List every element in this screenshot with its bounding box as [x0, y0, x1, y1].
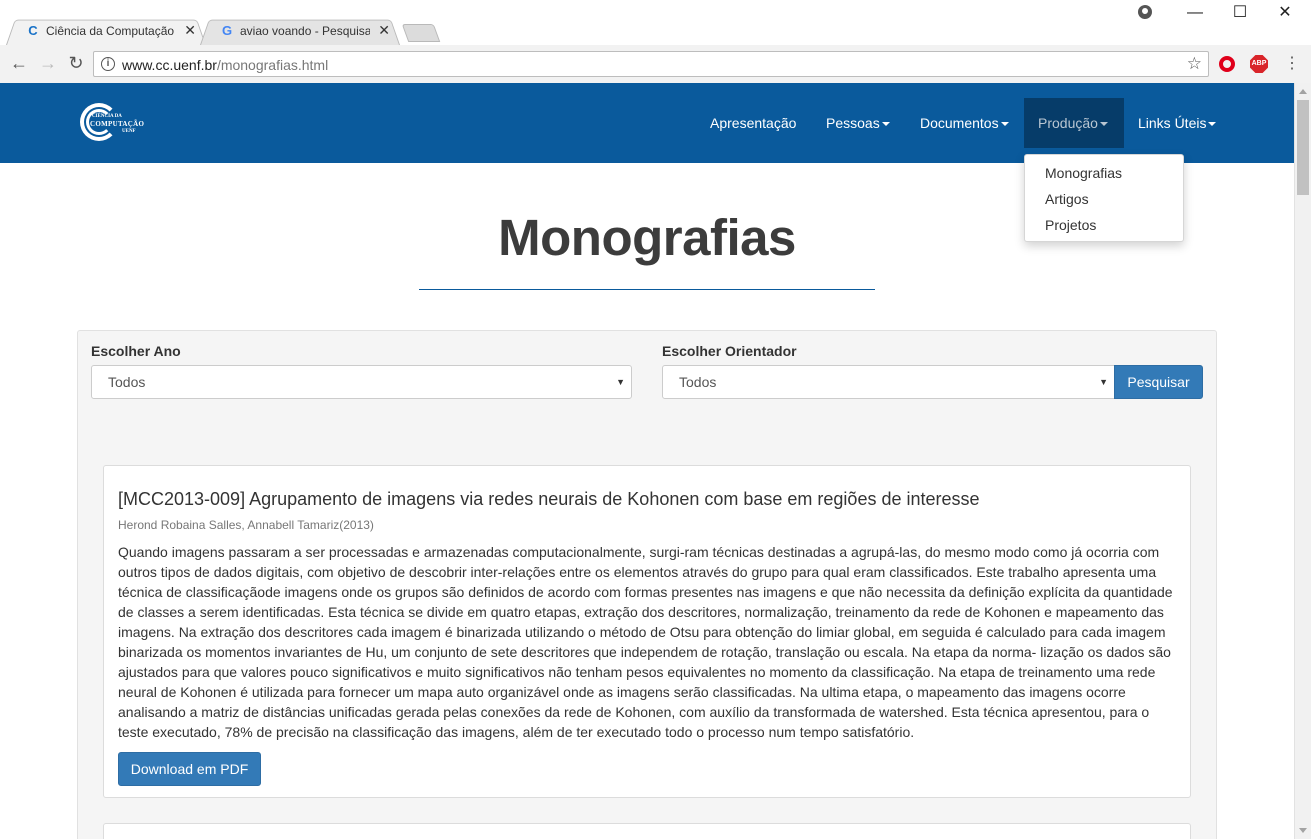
nav-pessoas[interactable]: Pessoas — [812, 98, 904, 148]
logo-line3: UENF — [122, 129, 136, 134]
page-viewport: CIÊNCIA DA COMPUTAÇÃO UENF Apresentação … — [0, 83, 1294, 839]
caret-down-icon — [1208, 122, 1217, 127]
caret-down-icon — [1000, 122, 1009, 127]
nav-documentos[interactable]: Documentos — [906, 98, 1023, 148]
close-tab-icon[interactable]: ✕ — [378, 22, 390, 38]
caret-down-icon — [1099, 122, 1108, 127]
caret-down-icon — [881, 122, 890, 127]
advisor-label: Escolher Orientador — [662, 343, 797, 359]
scrollbar-thumb[interactable] — [1297, 100, 1309, 195]
select-arrow-icon: ▼ — [616, 377, 625, 387]
address-bar[interactable]: i www.cc.uenf.br/monografias.html ☆ — [93, 51, 1209, 77]
logo-line2: COMPUTAÇÃO — [90, 120, 145, 128]
tab-ciencia-computacao[interactable]: C Ciência da Computação - ✕ — [6, 17, 206, 45]
minimize-button[interactable]: — — [1172, 2, 1218, 24]
tab-title: aviao voando - Pesquisa — [240, 24, 370, 38]
forward-arrow-icon[interactable]: → — [37, 53, 59, 73]
close-tab-icon[interactable]: ✕ — [184, 22, 196, 38]
maximize-button[interactable]: ☐ — [1217, 2, 1263, 24]
bookmark-star-icon[interactable]: ☆ — [1187, 54, 1202, 74]
nav-producao[interactable]: Produção — [1024, 98, 1124, 148]
select-arrow-icon: ▼ — [1099, 377, 1108, 387]
opera-icon[interactable] — [1219, 56, 1235, 72]
site-logo[interactable]: CIÊNCIA DA COMPUTAÇÃO UENF — [80, 103, 160, 143]
google-favicon-icon: G — [221, 23, 233, 38]
monografia-abstract: Quando imagens passaram a ser processada… — [118, 544, 1173, 740]
nav-apresentacao[interactable]: Apresentação — [696, 98, 810, 148]
browser-menu-icon[interactable]: ⋮ — [1284, 54, 1300, 74]
info-icon[interactable]: i — [101, 57, 115, 71]
url-text: www.cc.uenf.br/monografias.html — [122, 57, 329, 73]
monografia-card-next — [103, 823, 1191, 839]
download-pdf-button[interactable]: Download em PDF — [118, 752, 261, 786]
page-title: Monografias — [498, 209, 796, 266]
tab-strip: C Ciência da Computação - ✕ G aviao voan… — [0, 0, 1311, 45]
site-favicon-icon: C — [28, 23, 38, 38]
advisor-select[interactable]: Todos ▼ — [662, 365, 1115, 399]
logo-line1: CIÊNCIA DA — [92, 114, 122, 119]
scroll-down-arrow-icon[interactable] — [1299, 828, 1307, 833]
adblock-plus-icon[interactable]: ABP — [1250, 55, 1268, 73]
browser-chrome: C Ciência da Computação - ✕ G aviao voan… — [0, 0, 1311, 83]
scroll-up-arrow-icon[interactable] — [1299, 89, 1307, 94]
advisor-select-value: Todos — [679, 374, 717, 390]
site-navbar: CIÊNCIA DA COMPUTAÇÃO UENF Apresentação … — [0, 83, 1294, 163]
back-arrow-icon[interactable]: ← — [8, 53, 30, 73]
new-tab-button[interactable] — [401, 24, 441, 42]
browser-toolbar: ← → ↻ i www.cc.uenf.br/monografias.html … — [0, 45, 1311, 83]
profile-icon[interactable] — [1138, 5, 1152, 19]
tab-google-search[interactable]: G aviao voando - Pesquisa ✕ — [200, 17, 400, 45]
title-divider — [419, 289, 875, 290]
search-button[interactable]: Pesquisar — [1114, 365, 1203, 399]
year-select-value: Todos — [108, 374, 146, 390]
reload-icon[interactable]: ↻ — [65, 53, 87, 73]
monografia-card: [MCC2013-009] Agrupamento de imagens via… — [103, 465, 1191, 798]
year-select[interactable]: Todos ▼ — [91, 365, 632, 399]
dropdown-item-monografias[interactable]: Monografias — [1025, 160, 1183, 186]
page-scrollbar[interactable] — [1294, 83, 1311, 839]
close-window-button[interactable]: ✕ — [1262, 2, 1308, 24]
nav-links-uteis[interactable]: Links Úteis — [1124, 98, 1230, 148]
monografia-title[interactable]: [MCC2013-009] Agrupamento de imagens via… — [118, 488, 1178, 510]
year-label: Escolher Ano — [91, 343, 181, 359]
monografia-authors: Herond Robaina Salles, Annabell Tamariz(… — [118, 518, 374, 532]
tab-title: Ciência da Computação - — [46, 24, 176, 38]
